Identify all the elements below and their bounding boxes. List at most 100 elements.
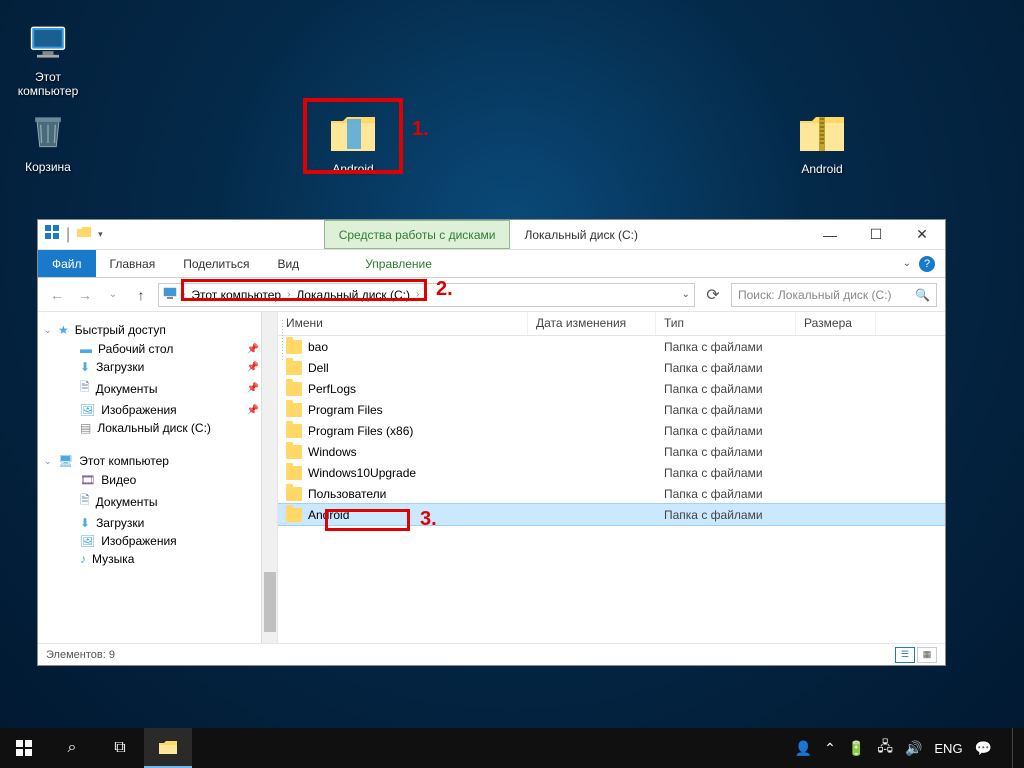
sidebar-item-downloads[interactable]: ⬇Загрузки📌 — [38, 358, 277, 376]
sidebar-scrollbar[interactable] — [261, 312, 277, 643]
column-headers[interactable]: Имени Дата изменения Тип Размера — [278, 312, 945, 336]
file-name: Windows10Upgrade — [308, 466, 416, 480]
network-icon[interactable]: 🖧 — [877, 736, 893, 760]
nav-up-button[interactable]: ↑ — [130, 284, 152, 306]
nav-forward-button[interactable]: → — [74, 284, 96, 306]
sidebar-item-label: Изображения — [101, 534, 176, 548]
desktop-icon-this-pc[interactable]: Этот компьютер — [10, 18, 86, 98]
col-type[interactable]: Тип — [656, 312, 796, 335]
desktop-icon-label: Этот компьютер — [10, 70, 86, 98]
tray-chevron-icon[interactable]: ⌃ — [824, 740, 836, 757]
pin-icon: 📌 — [247, 405, 259, 416]
tab-view[interactable]: Вид — [263, 250, 313, 277]
sidebar-group-label: Этот компьютер — [79, 454, 169, 468]
search-icon: ⌕ — [68, 739, 77, 757]
help-button[interactable]: ? — [919, 256, 935, 272]
ribbon-tabs: Файл Главная Поделиться Вид Управление ⌄… — [38, 250, 945, 278]
qat-dropdown-icon[interactable]: ▾ — [98, 229, 103, 240]
refresh-button[interactable]: ⟳ — [701, 285, 725, 305]
file-row[interactable]: ПользователиПапка с файлами — [278, 483, 945, 504]
downloads-icon: ⬇ — [80, 516, 90, 530]
breadcrumb-dropdown-icon[interactable]: ⌄ — [682, 289, 690, 300]
close-button[interactable]: ✕ — [899, 220, 945, 249]
file-row[interactable]: PerfLogsПапка с файлами — [278, 378, 945, 399]
notifications-icon[interactable]: 💬 — [975, 740, 992, 757]
recycle-bin-icon — [24, 108, 72, 156]
file-row[interactable]: Program Files (x86)Папка с файлами — [278, 420, 945, 441]
col-date[interactable]: Дата изменения — [528, 312, 656, 335]
start-button[interactable] — [0, 728, 48, 768]
minimize-button[interactable]: ― — [807, 220, 853, 249]
tab-manage[interactable]: Управление — [351, 250, 446, 277]
sidebar-item-downloads[interactable]: ⬇Загрузки — [38, 514, 277, 532]
search-box[interactable]: Поиск: Локальный диск (C:) 🔍 — [731, 283, 937, 307]
sidebar-item-music[interactable]: ♪Музыка — [38, 550, 277, 568]
desktop-icon: ▬ — [80, 342, 92, 356]
volume-icon[interactable]: 🔊 — [905, 740, 922, 757]
nav-history-dropdown[interactable]: ⌄ — [102, 284, 124, 306]
system-tray: 👤 ⌃ 🔋 🖧 🔊 ENG 💬 — [795, 728, 1024, 768]
caret-icon: ⌄ — [44, 325, 52, 336]
file-row[interactable]: Program Files Папка с файлами — [278, 399, 945, 420]
file-name: PerfLogs — [308, 382, 356, 396]
pin-icon: 📌 — [247, 344, 259, 355]
pictures-icon: 🖼 — [80, 534, 95, 548]
file-type: Папка с файлами — [656, 508, 796, 522]
sidebar-item-pictures[interactable]: 🖼 Изображения — [38, 532, 277, 550]
file-name: Program Files — [308, 403, 383, 417]
maximize-button[interactable]: ☐ — [853, 220, 899, 249]
file-row[interactable]: WindowsПапка с файлами — [278, 441, 945, 462]
search-button[interactable]: ⌕ — [48, 728, 96, 768]
nav-back-button[interactable]: ← — [46, 284, 68, 306]
sidebar-item-documents[interactable]: 🗎Документы — [38, 489, 277, 514]
scrollbar-thumb[interactable] — [264, 572, 276, 632]
tab-share[interactable]: Поделиться — [169, 250, 263, 277]
file-name: Dell — [308, 361, 329, 375]
file-row[interactable]: Windows10UpgradeПапка с файлами — [278, 462, 945, 483]
language-indicator[interactable]: ENG — [934, 741, 962, 756]
sidebar-this-pc[interactable]: ⌄🖥Этот компьютер — [38, 451, 277, 471]
file-type: Папка с файлами — [656, 445, 796, 459]
zip-folder-icon — [798, 110, 846, 158]
view-details-button[interactable]: ☰ — [895, 647, 915, 663]
annotation-callout-3: 3. — [420, 508, 437, 531]
ribbon-collapse-icon[interactable]: ⌄ — [903, 258, 911, 269]
sidebar-item-videos[interactable]: 🎞Видео — [38, 471, 277, 489]
sidebar-item-desktop[interactable]: ▬ Рабочий стол 📌 — [38, 340, 277, 358]
people-icon[interactable]: 👤 — [795, 740, 812, 757]
desktop-icon-android-zip[interactable]: Android — [784, 110, 860, 176]
file-type: Папка с файлами — [656, 403, 796, 417]
sidebar-item-drive-c[interactable]: ▤Локальный диск (C:) — [38, 419, 277, 437]
titlebar[interactable]: | ▾ Средства работы с дисками Локальный … — [38, 220, 945, 250]
col-name[interactable]: Имени — [278, 312, 528, 335]
view-icons-button[interactable]: ▦ — [917, 647, 937, 663]
sidebar-group-label: Быстрый доступ — [75, 323, 166, 337]
view-switcher: ☰ ▦ — [895, 647, 937, 663]
taskbar[interactable]: ⌕ ⧉ 👤 ⌃ 🔋 🖧 🔊 ENG 💬 — [0, 728, 1024, 768]
file-row[interactable]: bao Папка с файлами — [278, 336, 945, 357]
pin-icon: 📌 — [247, 383, 259, 394]
file-rows[interactable]: baoПапка с файлами DellПапка с файлами P… — [278, 336, 945, 643]
desktop-icon-recycle-bin[interactable]: Корзина — [10, 108, 86, 174]
sidebar-item-documents[interactable]: 🗎Документы📌 — [38, 376, 277, 401]
status-bar: Элементов: 9 ☰ ▦ — [38, 643, 945, 665]
sidebar-item-pictures[interactable]: 🖼Изображения📌 — [38, 401, 277, 419]
sidebar-quick-access[interactable]: ⌄★Быстрый доступ — [38, 320, 277, 340]
show-desktop-button[interactable] — [1012, 728, 1018, 768]
file-type: Папка с файлами — [656, 340, 796, 354]
tab-home[interactable]: Главная — [96, 250, 170, 277]
folder-icon — [286, 508, 302, 522]
file-row[interactable]: DellПапка с файлами — [278, 357, 945, 378]
sidebar-item-label: Документы — [96, 382, 158, 396]
search-icon: 🔍 — [915, 288, 930, 302]
annotation-box-1 — [303, 98, 403, 174]
file-list-pane: Имени Дата изменения Тип Размера bao Папк… — [278, 312, 945, 643]
documents-icon: 🗎 — [80, 491, 90, 512]
file-name: bao — [308, 340, 328, 354]
taskview-button[interactable]: ⧉ — [96, 728, 144, 768]
taskbar-explorer[interactable] — [144, 728, 192, 768]
sidebar-item-label: Рабочий стол — [98, 342, 173, 356]
battery-icon[interactable]: 🔋 — [848, 740, 865, 757]
col-size[interactable]: Размера — [796, 312, 876, 335]
tab-file[interactable]: Файл — [38, 250, 96, 277]
